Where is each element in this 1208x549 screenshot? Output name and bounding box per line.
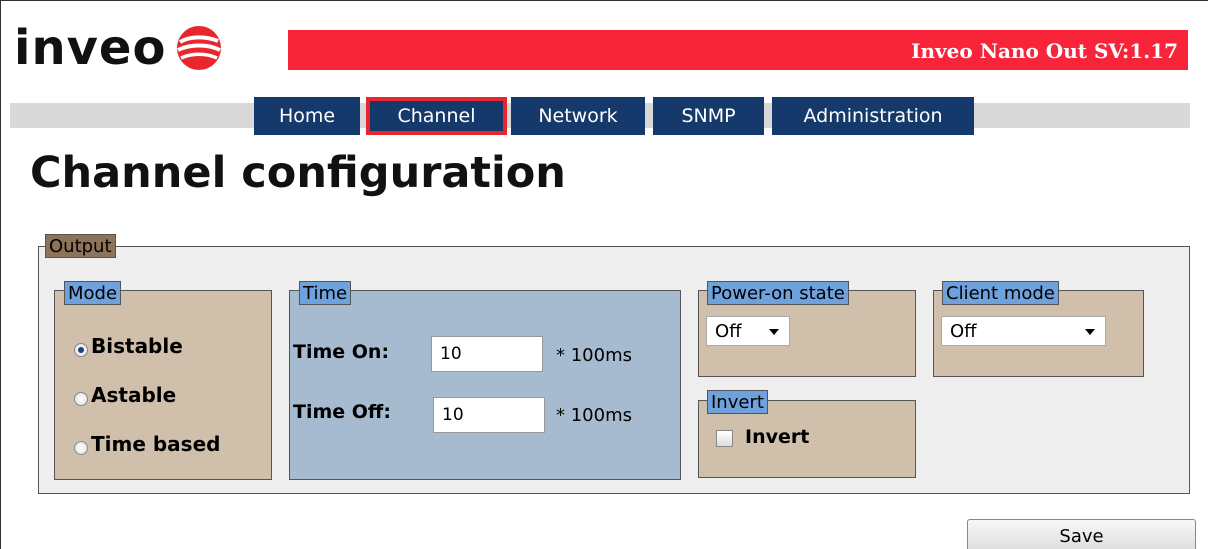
client-mode-value: Off <box>950 320 977 342</box>
mode-option-label: Bistable <box>91 334 183 358</box>
power-on-value: Off <box>715 320 742 342</box>
checkbox-icon[interactable] <box>716 430 733 447</box>
invert-label: Invert <box>745 426 810 448</box>
time-off-input[interactable] <box>433 397 545 433</box>
time-off-label: Time Off: <box>293 401 391 423</box>
mode-option-astable[interactable]: Astable <box>74 383 176 407</box>
save-button[interactable]: Save <box>967 519 1196 549</box>
mode-option-label: Astable <box>91 383 177 407</box>
time-off-unit: * 100ms <box>556 405 632 426</box>
time-panel <box>289 290 681 480</box>
logo-text: inveo <box>14 20 167 76</box>
time-on-label: Time On: <box>293 341 390 363</box>
client-mode-select[interactable]: Off <box>941 316 1106 346</box>
tab-snmp[interactable]: SNMP <box>653 97 764 135</box>
invert-legend: Invert <box>707 390 768 414</box>
output-legend: Output <box>45 234 116 258</box>
radio-icon[interactable] <box>74 392 88 406</box>
chevron-down-icon <box>1085 329 1095 335</box>
power-on-select[interactable]: Off <box>706 316 790 346</box>
chevron-down-icon <box>769 329 779 335</box>
header-banner: Inveo Nano Out SV:1.17 <box>288 30 1188 70</box>
tab-channel[interactable]: Channel <box>366 97 507 135</box>
mode-option-time-based[interactable]: Time based <box>74 432 220 456</box>
mode-legend: Mode <box>64 281 122 305</box>
tab-administration[interactable]: Administration <box>772 97 974 135</box>
time-on-unit: * 100ms <box>556 345 632 366</box>
client-mode-legend: Client mode <box>942 281 1059 305</box>
radio-icon[interactable] <box>74 441 88 455</box>
mode-option-label: Time based <box>91 432 221 456</box>
inveo-logo: inveo <box>14 18 222 78</box>
mode-option-bistable[interactable]: Bistable <box>74 334 183 358</box>
radio-icon[interactable] <box>74 343 88 357</box>
time-on-input[interactable] <box>431 336 543 372</box>
page-title: Channel configuration <box>30 148 566 198</box>
tab-home[interactable]: Home <box>254 97 360 135</box>
device-version: Inveo Nano Out SV:1.17 <box>911 39 1178 63</box>
tab-network[interactable]: Network <box>511 97 645 135</box>
inveo-logo-icon <box>177 26 222 70</box>
time-legend: Time <box>299 281 352 305</box>
power-on-legend: Power-on state <box>707 281 849 305</box>
